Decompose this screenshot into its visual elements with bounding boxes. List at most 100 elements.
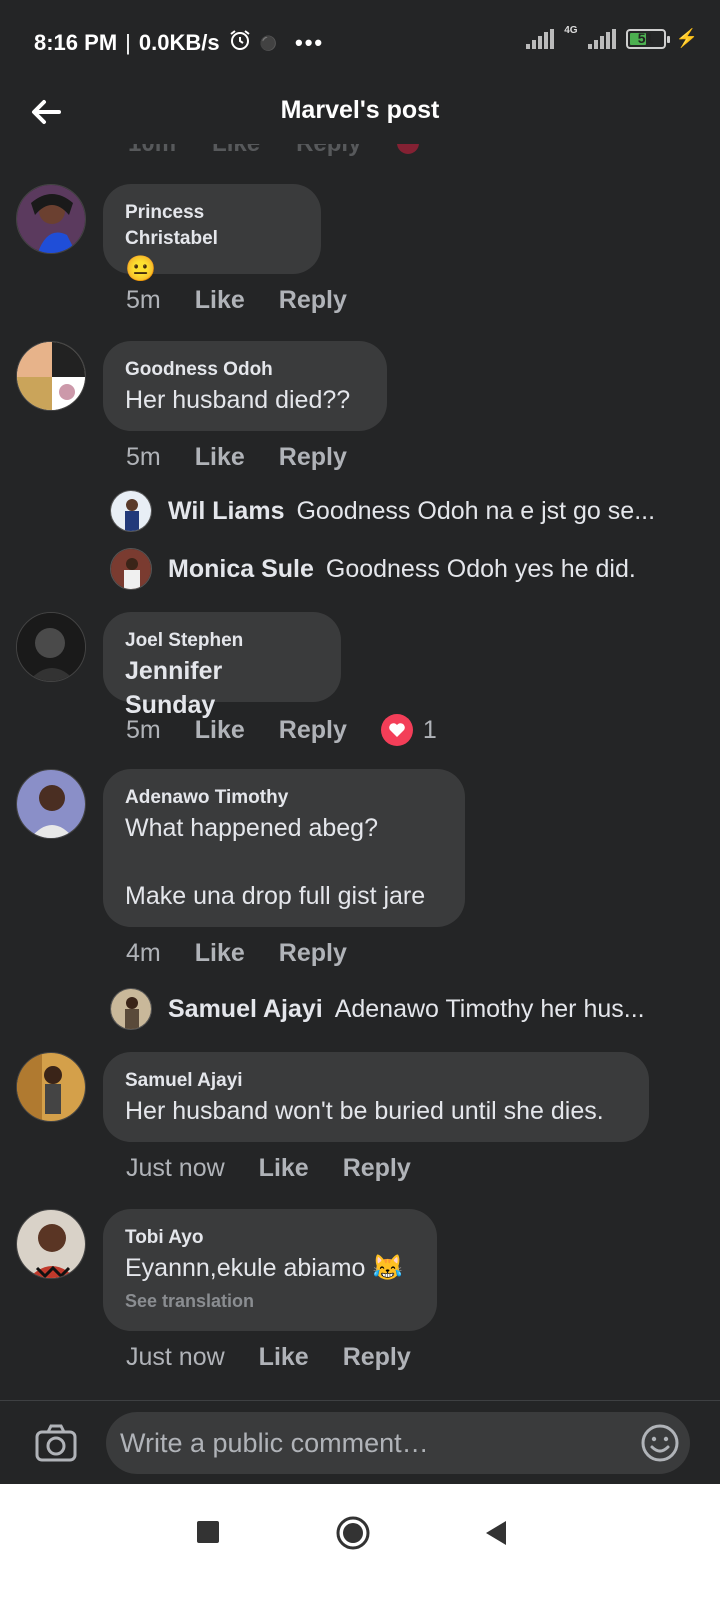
network-type-label: 4G <box>564 25 578 36</box>
emoji-button[interactable] <box>640 1423 680 1463</box>
reply-preview[interactable]: Wil Liams Goodness Odoh na e jst go se..… <box>110 490 710 532</box>
avatar[interactable] <box>16 1209 86 1279</box>
reply-avatar[interactable] <box>110 988 152 1030</box>
comment-actions: 5m Like Reply <box>126 286 381 315</box>
reply-button[interactable]: Reply <box>343 1343 411 1372</box>
comment-time: 5m <box>126 286 161 314</box>
love-reaction-icon <box>380 714 413 746</box>
camera-icon <box>35 1424 77 1462</box>
reply-avatar[interactable] <box>110 490 152 532</box>
charging-icon: ⚡ <box>675 28 698 48</box>
like-button[interactable]: Like <box>195 443 245 472</box>
like-button[interactable]: Like <box>195 939 245 968</box>
status-right: 4G 51 ⚡ <box>526 25 698 49</box>
home-button[interactable] <box>336 1516 370 1555</box>
status-separator: | <box>125 30 131 55</box>
reply-author[interactable]: Samuel Ajayi <box>168 995 323 1024</box>
comment-time: 5m <box>126 443 161 471</box>
back-nav-button[interactable] <box>484 1520 508 1551</box>
like-button[interactable]: Like <box>195 716 245 745</box>
comment-author[interactable]: Tobi Ayo <box>125 1225 415 1251</box>
avatar[interactable] <box>16 612 86 682</box>
previous-comment-actions: 10m Like Reply <box>128 144 420 158</box>
battery-icon: 51 <box>625 28 670 49</box>
status-left: 8:16 PM | 0.0KB/s ⚫ ••• <box>34 28 324 58</box>
reply-button[interactable]: Reply <box>343 1154 411 1183</box>
comment-author[interactable]: Adenawo Timothy <box>125 785 443 811</box>
comment-bubble[interactable]: Samuel Ajayi Her husband won't be buried… <box>103 1052 649 1142</box>
comment-input[interactable] <box>106 1412 690 1474</box>
comment-composer <box>0 1400 720 1484</box>
comment-text: 😐 <box>125 255 157 283</box>
reply-button[interactable]: Reply <box>279 286 347 315</box>
comment-actions: Just now Like Reply <box>126 1154 445 1183</box>
camera-button[interactable] <box>34 1423 78 1463</box>
comment-actions: 4m Like Reply <box>126 939 381 968</box>
comment-actions: Just now Like Reply <box>126 1343 445 1372</box>
comment-author[interactable]: Princess Christabel <box>125 200 299 252</box>
like-button[interactable]: Like <box>259 1343 309 1372</box>
see-translation-link[interactable]: See translation <box>125 1291 415 1312</box>
reply-button[interactable]: Reply <box>279 443 347 472</box>
page-title: Marvel's post <box>280 96 440 124</box>
status-time: 8:16 PM <box>34 30 118 55</box>
comment-time: Just now <box>126 1154 225 1182</box>
comment-time: 4m <box>126 939 161 967</box>
square-icon <box>197 1521 219 1543</box>
alarm-icon <box>228 28 252 58</box>
previous-like[interactable]: Like <box>212 144 260 158</box>
comment-bubble[interactable]: Tobi Ayo Eyannn,ekule abiamo 😹 See trans… <box>103 1209 437 1331</box>
battery-level: 51 <box>637 29 654 46</box>
cell-signal-icon <box>587 28 616 49</box>
comment-time: 5m <box>126 715 161 744</box>
status-bar: 8:16 PM | 0.0KB/s ⚫ ••• 4G 51 ⚡ <box>0 0 720 84</box>
comment-text: Jennifer Sunday <box>125 657 223 719</box>
comment-text: What happened abeg? Make una drop full g… <box>125 814 426 910</box>
reply-text: Goodness Odoh yes he did. <box>325 554 636 583</box>
comment-author[interactable]: Goodness Odoh <box>125 357 365 383</box>
avatar[interactable] <box>16 184 86 254</box>
previous-reaction-icon <box>397 144 420 154</box>
system-navigation-bar <box>0 1484 720 1600</box>
like-button[interactable]: Like <box>259 1154 309 1183</box>
comment-time: Just now <box>126 1343 225 1371</box>
comment-text: Eyannn,ekule abiamo 😹 <box>125 1254 404 1282</box>
previous-reply[interactable]: Reply <box>296 144 361 158</box>
comment-feed[interactable]: 10m Like Reply Princess Christabel 😐 5m … <box>0 144 720 1400</box>
avatar[interactable] <box>16 769 86 839</box>
reply-avatar[interactable] <box>110 548 152 590</box>
comment-text: Her husband died?? <box>125 386 351 414</box>
wifi-signal-icon <box>526 28 555 49</box>
comment-text: Her husband won't be buried until she di… <box>125 1097 604 1125</box>
emoji-icon <box>641 1424 679 1462</box>
comment-bubble[interactable]: Adenawo Timothy What happened abeg? Make… <box>103 769 465 927</box>
more-notifications-icon: ••• <box>295 30 325 55</box>
like-button[interactable]: Like <box>195 286 245 315</box>
location-icon: ⚫ <box>259 34 278 51</box>
avatar[interactable] <box>16 1052 86 1122</box>
reply-text: Goodness Odoh na e jst go se... <box>296 496 656 525</box>
reply-button[interactable]: Reply <box>279 939 347 968</box>
header: Marvel's post <box>0 84 720 144</box>
comment-bubble[interactable]: Princess Christabel 😐 <box>103 184 321 283</box>
recents-button[interactable] <box>196 1520 220 1549</box>
comment-actions: 5m Like Reply 1 <box>126 714 437 746</box>
reply-button[interactable]: Reply <box>279 716 347 745</box>
comment-bubble[interactable]: Goodness Odoh Her husband died?? <box>103 341 387 431</box>
reaction-summary[interactable]: 1 <box>380 714 437 746</box>
comment-author[interactable]: Samuel Ajayi <box>125 1068 627 1094</box>
previous-time: 10m <box>128 144 176 158</box>
reply-preview[interactable]: Samuel Ajayi Adenawo Timothy her hus... <box>110 988 710 1030</box>
reply-author[interactable]: Monica Sule <box>168 555 314 584</box>
circle-icon <box>336 1516 370 1550</box>
reaction-count: 1 <box>422 715 437 744</box>
reply-preview[interactable]: Monica Sule Goodness Odoh yes he did. <box>110 548 710 590</box>
comment-author[interactable]: Joel Stephen <box>125 628 319 654</box>
comment-actions: 5m Like Reply <box>126 443 381 472</box>
triangle-back-icon <box>486 1521 506 1545</box>
reply-text: Adenawo Timothy her hus... <box>334 994 645 1023</box>
comment-bubble[interactable]: Joel Stephen Jennifer Sunday <box>103 612 341 719</box>
reply-author[interactable]: Wil Liams <box>168 497 284 526</box>
avatar[interactable] <box>16 341 86 411</box>
network-speed: 0.0KB/s <box>138 30 220 55</box>
